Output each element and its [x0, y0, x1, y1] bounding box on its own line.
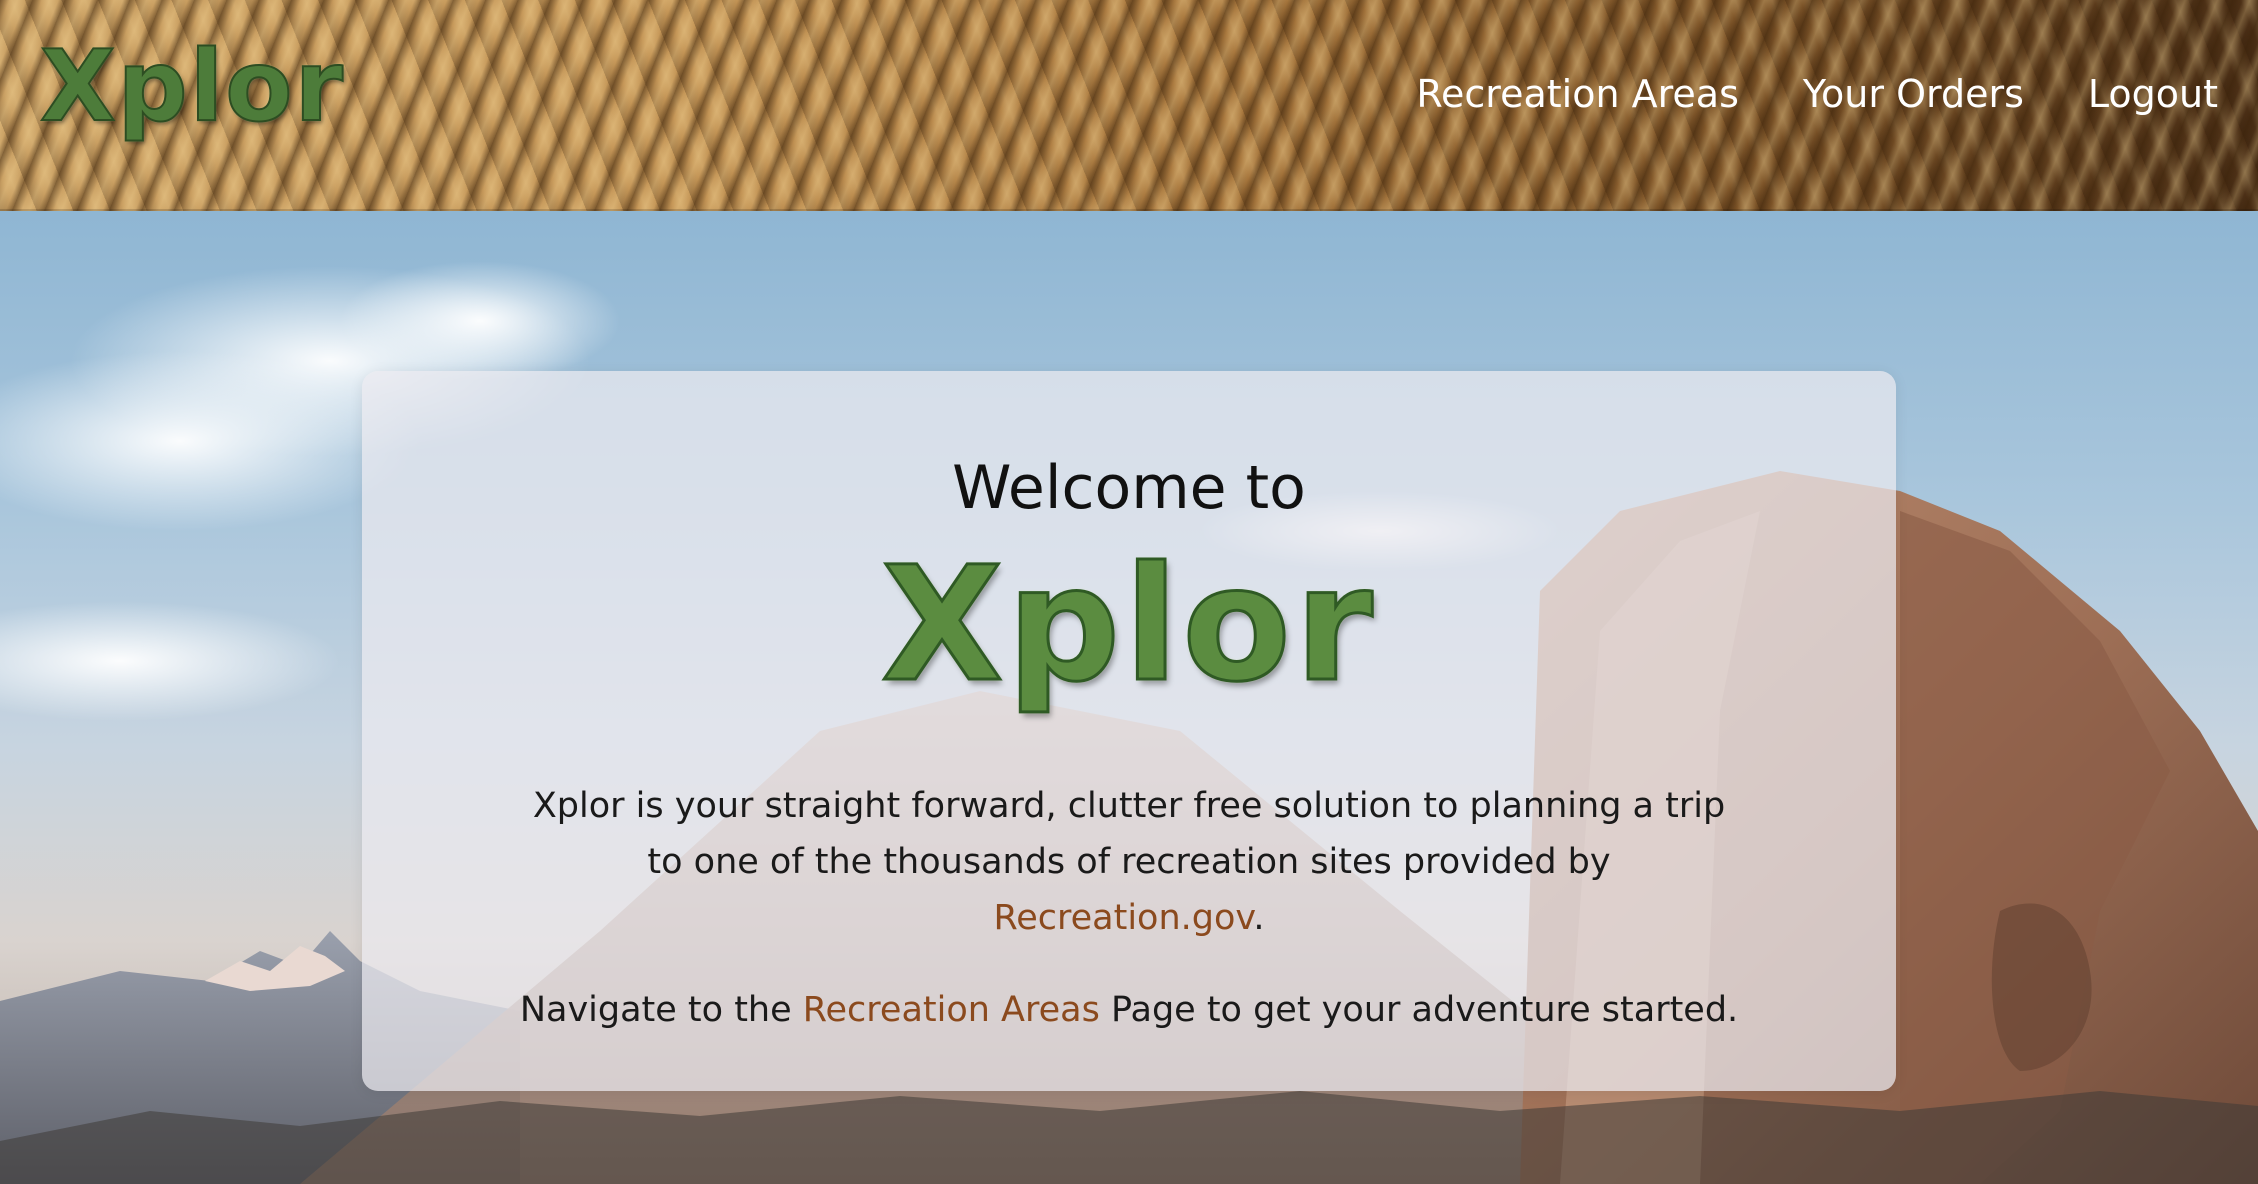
nav-recreation-areas[interactable]: Recreation Areas	[1416, 72, 1739, 116]
navigate-text-end: Page to get your adventure started.	[1099, 990, 1739, 1030]
site-header: Xplor Recreation Areas Your Orders Logou…	[0, 0, 2258, 211]
intro-text-end: .	[1253, 898, 1265, 938]
main-nav: Recreation Areas Your Orders Logout	[1416, 72, 2218, 116]
welcome-logo: Xplor	[880, 533, 1377, 717]
navigate-text: Navigate to the	[519, 990, 803, 1030]
nav-your-orders[interactable]: Your Orders	[1803, 72, 2024, 116]
welcome-heading: Welcome to	[952, 453, 1306, 523]
nav-logout[interactable]: Logout	[2088, 72, 2218, 116]
intro-text: Xplor is your straight forward, clutter …	[532, 786, 1726, 882]
header-logo[interactable]: Xplor	[39, 29, 345, 145]
recreation-gov-link[interactable]: Recreation.gov	[993, 898, 1253, 938]
navigate-paragraph: Navigate to the Recreation Areas Page to…	[512, 982, 1746, 1038]
welcome-card: Welcome to Xplor Xplor is your straight …	[362, 371, 1896, 1091]
recreation-areas-inline-link[interactable]: Recreation Areas	[803, 990, 1100, 1030]
intro-paragraph: Xplor is your straight forward, clutter …	[512, 778, 1746, 946]
